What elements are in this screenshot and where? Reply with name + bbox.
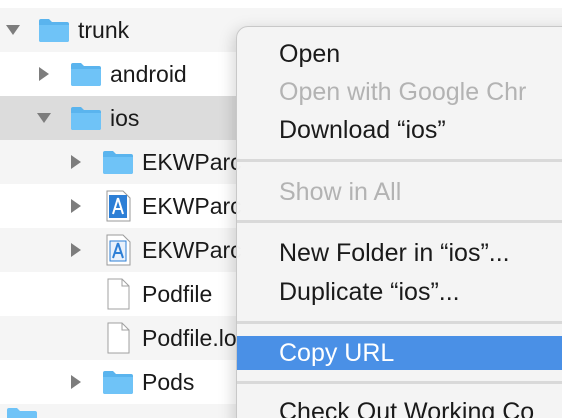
menu-separator <box>237 220 562 223</box>
disclosure-collapsed-icon[interactable] <box>35 65 53 83</box>
menu-separator <box>237 381 562 384</box>
tree-row-label: Pods <box>142 368 195 395</box>
tree-row-label: EKWParc <box>142 236 242 263</box>
tree-row-label: EKWParc <box>142 192 242 219</box>
disclosure-collapsed-icon[interactable] <box>67 241 85 259</box>
menu-separator <box>237 321 562 324</box>
folder-icon <box>70 58 102 90</box>
folder-icon <box>102 146 134 178</box>
menu-item-download[interactable]: Download “ios” <box>237 113 562 147</box>
menu-separator <box>237 159 562 162</box>
xcode-project-icon <box>102 234 134 266</box>
tree-row-label: EKWParc <box>142 148 242 175</box>
menu-item-new-folder[interactable]: New Folder in “ios”... <box>237 236 562 270</box>
menu-item-check-out-working-copy[interactable]: Check Out Working Co <box>237 395 562 418</box>
disclosure-collapsed-icon[interactable] <box>67 197 85 215</box>
menu-item-open[interactable]: Open <box>237 37 562 71</box>
menu-item-copy-url[interactable]: Copy URL <box>237 336 562 370</box>
disclosure-collapsed-icon[interactable] <box>67 373 85 391</box>
tree-row-label: ios <box>110 104 140 131</box>
menu-item-duplicate[interactable]: Duplicate “ios”... <box>237 275 562 309</box>
tree-row-label: Podfile.lo <box>142 324 237 351</box>
folder-icon <box>6 406 38 418</box>
xcode-project-icon <box>102 190 134 222</box>
tree-row-label: trunk <box>78 16 130 43</box>
menu-item-open-with-google-chrome: Open with Google Chr <box>279 77 527 106</box>
folder-icon <box>102 366 134 398</box>
disclosure-expanded-icon[interactable] <box>4 21 22 39</box>
menu-item-show-in-all: Show in All <box>279 177 402 206</box>
context-menu: Open Open with Google Chr Download “ios”… <box>236 26 562 418</box>
tree-row-label: android <box>110 60 187 87</box>
disclosure-collapsed-icon[interactable] <box>67 153 85 171</box>
document-icon <box>102 322 134 354</box>
folder-icon <box>70 102 102 134</box>
document-icon <box>102 278 134 310</box>
folder-icon <box>38 14 70 46</box>
tree-row-label: Podfile <box>142 280 213 307</box>
disclosure-expanded-icon[interactable] <box>35 109 53 127</box>
